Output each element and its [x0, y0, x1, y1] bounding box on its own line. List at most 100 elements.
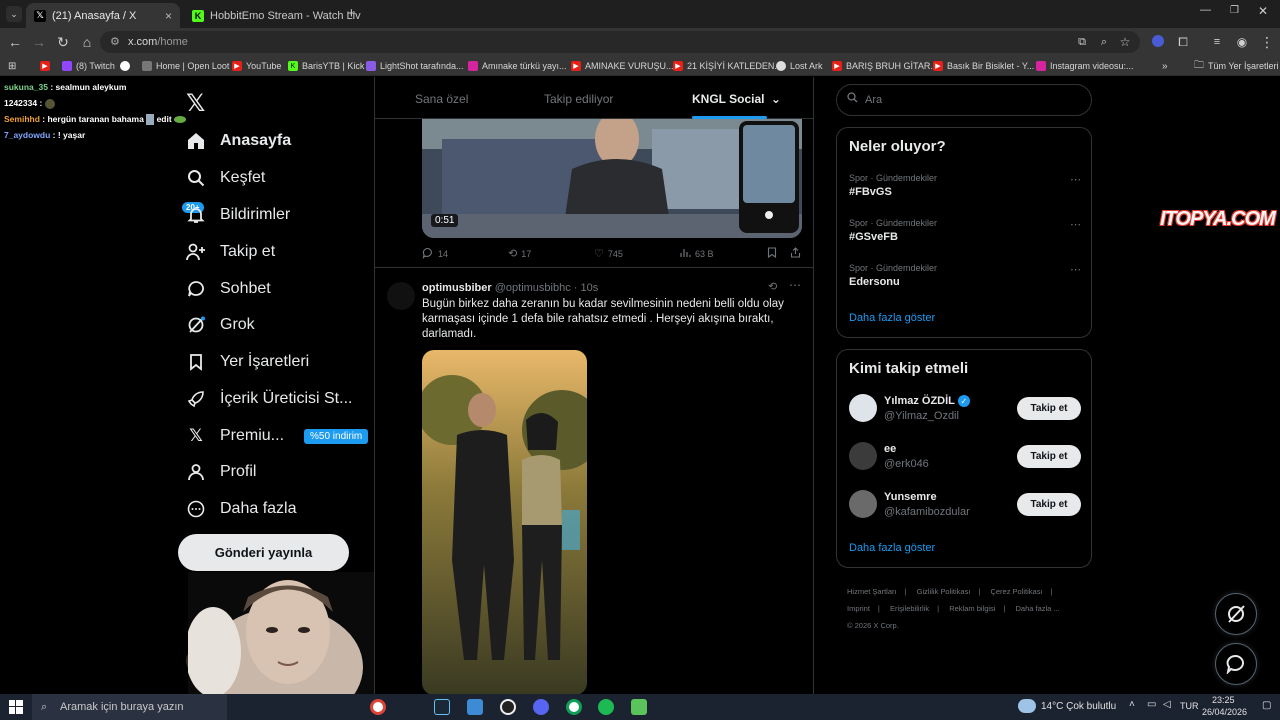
network-icon[interactable]: ▭ — [1147, 699, 1156, 710]
follow-button[interactable]: Takip et — [1017, 493, 1081, 516]
nav-follow[interactable]: Takip et — [186, 239, 275, 265]
taskbar-date[interactable]: 26/04/2026 — [1202, 707, 1247, 717]
tab-for-you[interactable]: Sana özel — [415, 77, 468, 119]
bookmark-openloot-home[interactable]: Home | Open Loot — [142, 59, 229, 73]
more-bookmarks-icon[interactable]: » — [1162, 59, 1168, 73]
close-tab-icon[interactable]: × — [165, 9, 172, 23]
trend-item[interactable]: Spor · Gündemdekiler #FBvGS ⋯ — [849, 173, 1081, 198]
tweet-author-name[interactable]: optimusbiber — [422, 282, 492, 294]
app-taskbar-icon[interactable] — [467, 699, 483, 715]
bookmark-star-icon[interactable]: ☆ — [1117, 34, 1133, 50]
bookmark-lostark[interactable]: Lost Ark — [776, 59, 823, 73]
nav-more[interactable]: Daha fazla — [186, 496, 297, 522]
grok-fab-button[interactable] — [1215, 593, 1257, 635]
follow-button[interactable]: Takip et — [1017, 397, 1081, 420]
nav-premium[interactable]: 𝕏 Premiu... %50 indirim — [186, 423, 369, 449]
who-show-more-link[interactable]: Daha fazla göster — [849, 542, 935, 554]
bookmark-youtube-5[interactable]: ▶ BARIŞ BRUH GİTAR... — [832, 59, 938, 73]
reply-button[interactable]: 14 — [422, 247, 448, 261]
repost-button[interactable]: ⟲ 17 — [508, 247, 531, 260]
obs-taskbar-icon[interactable] — [500, 699, 516, 715]
avatar[interactable] — [849, 394, 877, 422]
nav-notifications[interactable]: Bildirimler — [186, 202, 290, 228]
chrome-active-taskbar-icon[interactable] — [566, 699, 582, 715]
nav-grok[interactable]: Grok — [186, 312, 255, 338]
tweet-video[interactable]: 0:51 — [422, 119, 802, 238]
bookmark-tweet-button[interactable] — [767, 247, 777, 258]
share-button[interactable] — [790, 247, 801, 258]
like-button[interactable]: ♡ 745 — [594, 247, 623, 260]
footer-link-accessibility[interactable]: Erişilebilirlik — [890, 604, 929, 613]
avatar[interactable] — [849, 490, 877, 518]
trend-item[interactable]: Spor · Gündemdekiler #GSveFB ⋯ — [849, 218, 1081, 243]
steam-taskbar-icon[interactable] — [434, 699, 450, 715]
follow-suggestion[interactable]: ee @erk046 Takip et — [849, 441, 1081, 473]
more-dots-icon[interactable]: ⋯ — [789, 278, 801, 292]
footer-link-privacy[interactable]: Gizlilik Politikası — [917, 587, 971, 596]
more-dots-icon[interactable]: ⋯ — [1070, 173, 1081, 186]
post-button[interactable]: Gönderi yayınla — [178, 534, 349, 571]
notifications-icon[interactable]: ▢ — [1262, 700, 1271, 711]
nav-profile[interactable]: Profil — [186, 459, 256, 485]
bookmark-youtube-4[interactable]: ▶ 21 KİŞİYİ KATLEDEN... — [673, 59, 782, 73]
bookmark-lightshot[interactable]: LightShot tarafında... — [366, 59, 464, 73]
grok-explain-icon[interactable]: ⟲ — [768, 280, 777, 293]
views-button[interactable]: 63 B — [680, 247, 714, 260]
forward-icon[interactable]: → — [31, 34, 47, 50]
tweet[interactable]: optimusbiber @optimusbibhc · 10s ⟲ ⋯ Bug… — [375, 267, 813, 694]
bookmark-youtube-6[interactable]: ▶ Basık Bir Bisiklet - Y... — [933, 59, 1034, 73]
footer-link-ads-info[interactable]: Reklam bilgisi — [949, 604, 995, 613]
chrome-taskbar-icon[interactable] — [370, 699, 386, 715]
windows-start-icon[interactable] — [9, 700, 23, 714]
tab-list-dropdown-button[interactable]: ⌄ — [6, 6, 22, 22]
cast-icon[interactable]: ⧉ — [1074, 34, 1090, 50]
nav-home[interactable]: Anasayfa — [186, 128, 291, 154]
spotify-taskbar-icon[interactable] — [598, 699, 614, 715]
reading-list-icon[interactable]: ≡ — [1209, 34, 1225, 50]
tweet-time[interactable]: 10s — [581, 282, 599, 294]
account-icon[interactable]: ◉ — [1234, 34, 1250, 50]
minimize-icon[interactable]: — — [1200, 4, 1211, 16]
avatar[interactable] — [849, 442, 877, 470]
tweet-photo[interactable] — [422, 350, 587, 694]
more-dots-icon[interactable]: ⋯ — [1070, 218, 1081, 231]
tab-kngl-social[interactable]: KNGL Social ⌄ — [692, 77, 781, 119]
tray-chevron-icon[interactable]: ˄ — [1129, 699, 1135, 710]
bookmark-youtube[interactable]: ▶ — [40, 59, 50, 73]
nav-creator-studio[interactable]: İçerik Üreticisi St... — [186, 386, 352, 412]
nav-chat[interactable]: Sohbet — [186, 276, 271, 302]
speaker-icon[interactable]: ◁ — [1163, 699, 1171, 710]
apps-icon[interactable]: ⊞ — [8, 59, 16, 73]
extensions-icon[interactable]: ⧠ — [1175, 34, 1191, 50]
tab-hobbitemo-stream[interactable]: K HobbitEmo Stream - Watch Liv × — [184, 3, 364, 28]
bookmark-instagram-2[interactable]: Instagram videosu:... — [1036, 59, 1134, 73]
nav-explore[interactable]: Keşfet — [186, 165, 265, 191]
language-indicator[interactable]: TUR — [1180, 701, 1199, 711]
messages-fab-button[interactable] — [1215, 643, 1257, 685]
bookmark-youtube-2[interactable]: ▶ YouTube — [232, 59, 281, 73]
zoom-icon[interactable]: ⌕ — [1096, 34, 1112, 50]
taskbar-time[interactable]: 23:25 — [1212, 695, 1235, 705]
bookmark-openloot[interactable] — [120, 59, 130, 73]
bookmark-instagram-1[interactable]: Amınake türkü yayı... — [468, 59, 567, 73]
footer-link-more[interactable]: Daha fazla ... — [1016, 604, 1060, 613]
tweet-author-handle[interactable]: @optimusbibhc — [495, 282, 571, 294]
trend-item[interactable]: Spor · Gündemdekiler Edersonu ⋯ — [849, 263, 1081, 288]
trends-show-more-link[interactable]: Daha fazla göster — [849, 312, 935, 324]
home-button-icon[interactable]: ⌂ — [79, 34, 95, 50]
reload-icon[interactable]: ↻ — [55, 34, 71, 50]
tab-x-home[interactable]: 𝕏 (21) Anasayfa / X × — [26, 3, 180, 28]
weather-text[interactable]: 14°C Çok bulutlu — [1041, 701, 1116, 712]
footer-link-terms[interactable]: Hizmet Şartları — [847, 587, 897, 596]
follow-suggestion[interactable]: Yılmaz ÖZDİL ✓ @Yilmaz_Ozdil Takip et — [849, 393, 1081, 425]
browser-menu-icon[interactable]: ⋮ — [1259, 34, 1275, 50]
profile-extension-icon[interactable] — [1150, 34, 1166, 50]
bookmark-youtube-3[interactable]: ▶ AMINAKE VURUŞU... — [571, 59, 674, 73]
all-bookmarks-folder[interactable]: 🗀 Tüm Yer İşaretleri — [1194, 59, 1279, 73]
restore-icon[interactable]: ❐ — [1230, 5, 1239, 16]
tab-following[interactable]: Takip ediliyor — [544, 77, 613, 119]
follow-button[interactable]: Takip et — [1017, 445, 1081, 468]
new-tab-icon[interactable]: + — [347, 5, 356, 22]
taskbar-search-input[interactable]: ⌕ Aramak için buraya yazın — [32, 694, 227, 720]
nav-bookmarks[interactable]: Yer İşaretleri — [186, 349, 309, 375]
